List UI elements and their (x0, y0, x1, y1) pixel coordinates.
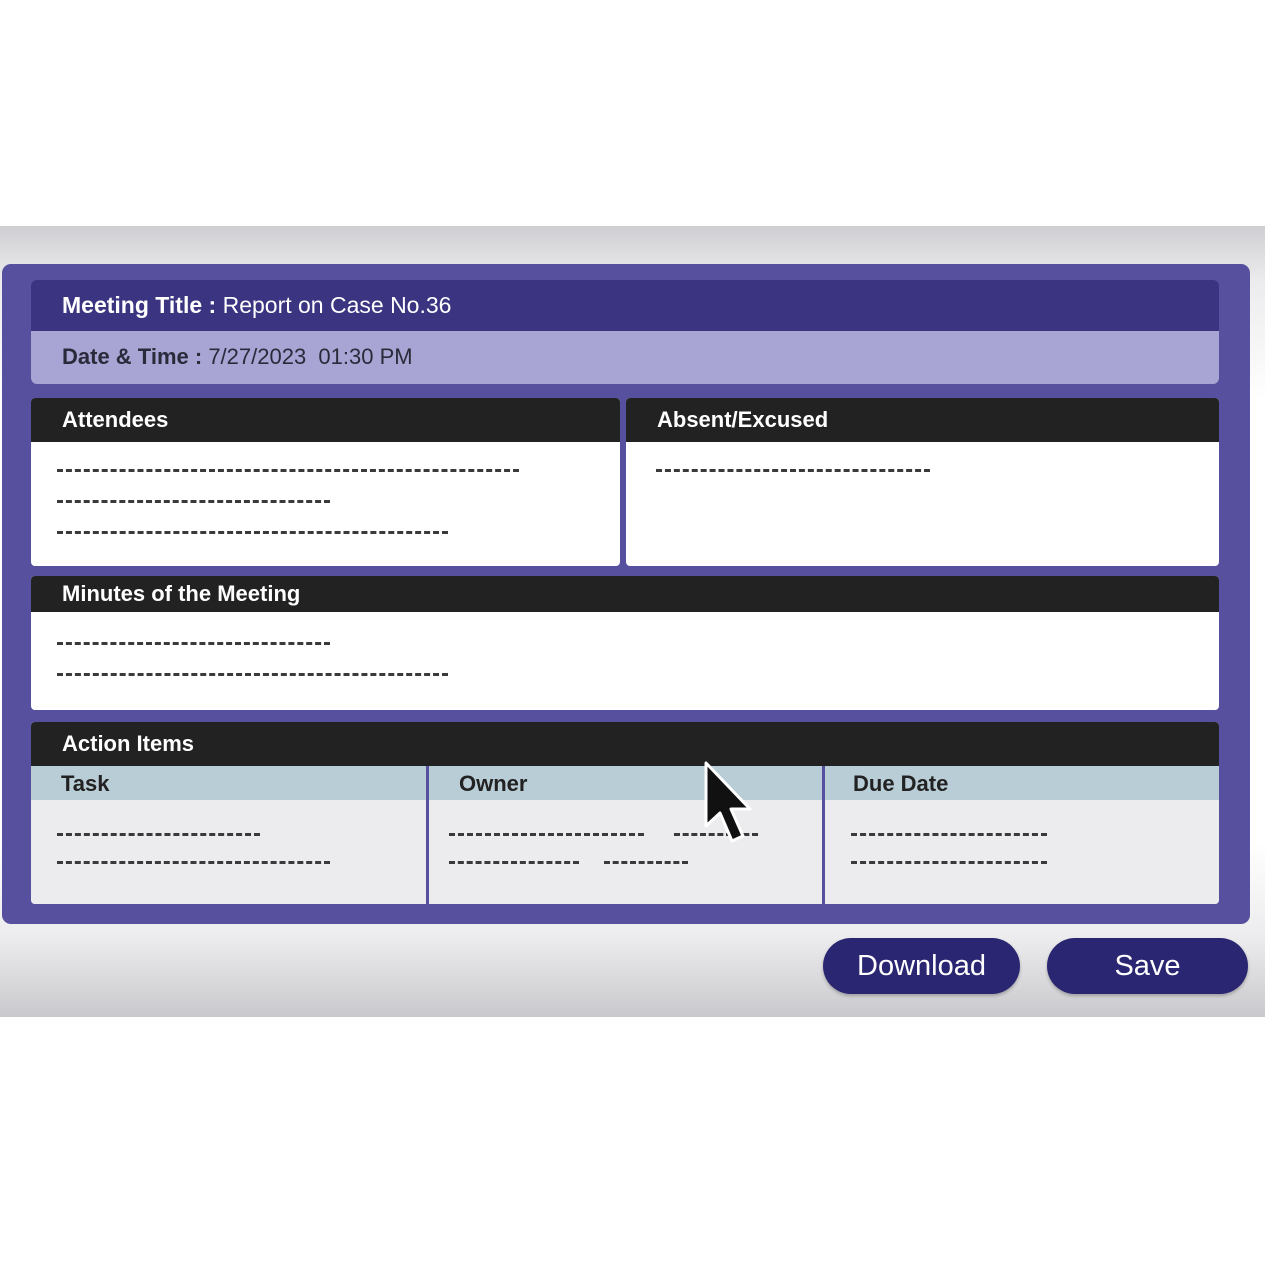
due-date-column-header: Due Date (825, 766, 1219, 800)
placeholder-line (851, 833, 1047, 836)
app-window: Meeting Title : Report on Case No.36 Dat… (0, 226, 1265, 1017)
placeholder-line (851, 861, 1047, 864)
placeholder-line (449, 833, 644, 836)
meeting-title-label: Meeting Title : (62, 292, 217, 318)
action-items-panel: Action Items Task Owner Due Date (31, 722, 1219, 904)
attendees-panel: Attendees (31, 398, 620, 566)
minutes-header: Minutes of the Meeting (31, 576, 1219, 612)
absent-list-field[interactable] (626, 442, 1219, 566)
task-column[interactable]: Task (31, 766, 426, 904)
meeting-datetime-row: Date & Time : 7/27/2023 01:30 PM (31, 331, 1219, 384)
owner-column-header: Owner (429, 766, 822, 800)
placeholder-line (656, 469, 930, 472)
download-button[interactable]: Download (823, 938, 1020, 994)
meeting-title-value[interactable]: Report on Case No.36 (223, 292, 452, 318)
placeholder-line (449, 861, 579, 864)
absent-panel: Absent/Excused (626, 398, 1219, 566)
owner-column[interactable]: Owner (429, 766, 822, 904)
minutes-panel: Minutes of the Meeting (31, 576, 1219, 710)
action-items-header: Action Items (31, 722, 1219, 766)
meeting-title-row: Meeting Title : Report on Case No.36 (31, 280, 1219, 331)
due-date-column[interactable]: Due Date (825, 766, 1219, 904)
meeting-datetime-label: Date & Time : (62, 344, 203, 369)
placeholder-line (57, 469, 519, 472)
meeting-datetime-value[interactable]: 7/27/2023 01:30 PM (208, 344, 412, 369)
placeholder-line (57, 673, 448, 676)
meeting-minutes-form: Meeting Title : Report on Case No.36 Dat… (2, 264, 1250, 924)
placeholder-line (57, 642, 330, 645)
placeholder-line (57, 833, 260, 836)
task-column-header: Task (31, 766, 426, 800)
attendees-header: Attendees (31, 398, 620, 442)
placeholder-line (57, 531, 448, 534)
save-button[interactable]: Save (1047, 938, 1248, 994)
minutes-text-field[interactable] (31, 612, 1219, 710)
placeholder-line (604, 861, 688, 864)
absent-header: Absent/Excused (626, 398, 1219, 442)
attendees-list-field[interactable] (31, 442, 620, 566)
mouse-cursor-icon (704, 761, 752, 843)
placeholder-line (57, 500, 330, 503)
placeholder-line (57, 861, 330, 864)
